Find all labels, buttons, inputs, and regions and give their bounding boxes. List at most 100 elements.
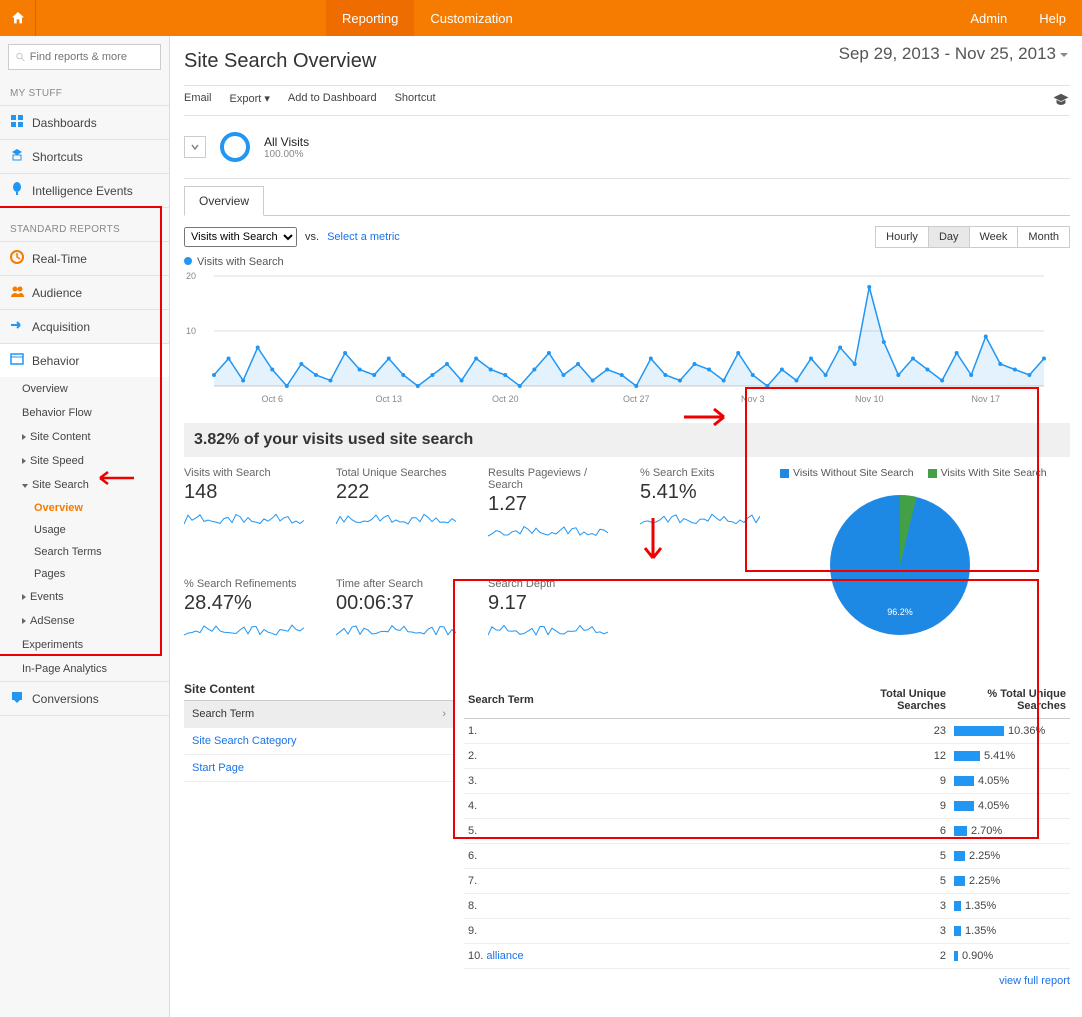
metric-selector[interactable]: Visits with Search [184,227,297,247]
table-row[interactable]: 4. 94.05% [464,794,1070,819]
tab-overview[interactable]: Overview [184,186,264,216]
toolbar-email[interactable]: Email [184,92,212,109]
nav-admin[interactable]: Admin [954,0,1023,36]
toolbar-export[interactable]: Export ▾ [230,92,270,109]
table-row[interactable]: 7. 52.25% [464,869,1070,894]
table-row[interactable]: 3. 94.05% [464,769,1070,794]
home-icon[interactable] [0,0,36,36]
sidebar-search[interactable] [8,44,161,70]
behavior-sub-site-content[interactable]: Site Content [0,425,169,449]
th-term[interactable]: Search Term [464,682,840,719]
granularity-buttons: HourlyDayWeekMonth [875,226,1070,248]
behavior-sub-adsense[interactable]: AdSense [0,609,169,633]
behavior-sub-site-speed[interactable]: Site Speed [0,449,169,473]
chevron-right-icon [22,458,26,464]
stat-time-after-search: Time after Search00:06:37 [336,578,464,659]
search-icon [15,51,26,63]
th-unique[interactable]: Total Unique Searches [840,682,950,719]
site-search-sub-search-terms[interactable]: Search Terms [0,541,169,563]
svg-text:Nov 10: Nov 10 [855,394,884,404]
sidebar-icon [10,148,24,165]
svg-text:Oct 27: Oct 27 [623,394,650,404]
gran-hourly[interactable]: Hourly [876,227,928,247]
behavior-sub-in-page-analytics[interactable]: In-Page Analytics [0,657,169,681]
site-search-sub-usage[interactable]: Usage [0,519,169,541]
table-row[interactable]: 1. 2310.36% [464,719,1070,744]
site-search-sub-overview[interactable]: Overview [0,497,169,519]
select-metric-link[interactable]: Select a metric [327,231,400,243]
pie-chart[interactable]: 96.2% [780,485,1020,655]
svg-text:20: 20 [186,271,196,281]
date-range-picker[interactable]: Sep 29, 2013 - Nov 25, 2013 [839,44,1068,64]
caret-down-icon [1060,53,1068,57]
stat-results-pageviews-search: Results Pageviews / Search1.27 [488,467,616,560]
stat-visits-with-search: Visits with Search148 [184,467,312,560]
chevron-right-icon [22,594,26,600]
segment-expand-button[interactable] [184,136,206,158]
gran-week[interactable]: Week [969,227,1018,247]
svg-text:Oct 6: Oct 6 [261,394,283,404]
sparkline [184,508,304,528]
sparkline [336,508,456,528]
sidebar-item-dashboards[interactable]: Dashboards [0,105,169,139]
stat-total-unique-searches: Total Unique Searches222 [336,467,464,560]
sparkline [488,520,608,540]
behavior-sub-events[interactable]: Events [0,585,169,609]
sidebar-heading-mystuff: MY STUFF [0,78,169,105]
behavior-sub-experiments[interactable]: Experiments [0,633,169,657]
sc-row-start-page[interactable]: Start Page [184,755,454,782]
table-row[interactable]: 6. 52.25% [464,844,1070,869]
svg-text:96.2%: 96.2% [887,607,913,617]
site-search-sub-pages[interactable]: Pages [0,563,169,585]
nav-customization[interactable]: Customization [414,0,528,36]
toolbar-add-dashboard[interactable]: Add to Dashboard [288,92,377,109]
search-term-table: Search Term Total Unique Searches % Tota… [464,682,1070,969]
toolbar-shortcut[interactable]: Shortcut [395,92,436,109]
th-pct[interactable]: % Total Unique Searches [950,682,1070,719]
education-icon[interactable] [1052,92,1070,109]
sidebar-item-audience[interactable]: Audience [0,275,169,309]
table-row[interactable]: 10. alliance20.90% [464,944,1070,969]
chart-legend: Visits with Search [184,256,1070,268]
table-row[interactable]: 5. 62.70% [464,819,1070,844]
summary-banner: 3.82% of your visits used site search [184,423,1070,457]
sidebar-item-acquisition[interactable]: Acquisition [0,309,169,343]
nav-help[interactable]: Help [1023,0,1082,36]
sidebar-item-conversions[interactable]: Conversions [0,681,169,716]
sidebar-item-real-time[interactable]: Real-Time [0,241,169,275]
sidebar-icon [10,250,24,267]
report-toolbar: Email Export ▾ Add to Dashboard Shortcut [184,85,1070,116]
svg-text:Nov 17: Nov 17 [971,394,1000,404]
sidebar-icon [10,352,24,369]
sidebar-item-intelligence-events[interactable]: Intelligence Events [0,173,169,208]
sparkline [640,508,760,528]
stat--search-refinements: % Search Refinements28.47% [184,578,312,659]
gran-month[interactable]: Month [1017,227,1069,247]
stat--search-exits: % Search Exits5.41% [640,467,768,560]
sc-row-category[interactable]: Site Search Category [184,728,454,755]
sparkline [488,619,608,639]
sc-row-search-term[interactable]: Search Term› [184,701,454,728]
vs-label: vs. [305,231,319,243]
chevron-down-icon [22,484,28,488]
behavior-sub-behavior-flow[interactable]: Behavior Flow [0,401,169,425]
svg-text:10: 10 [186,326,196,336]
sidebar-item-behavior[interactable]: Behavior [0,343,169,377]
line-chart[interactable]: 1020Oct 6Oct 13Oct 20Oct 27Nov 3Nov 10No… [184,268,1054,408]
nav-reporting[interactable]: Reporting [326,0,414,36]
behavior-sub-site-search[interactable]: Site Search [0,473,169,497]
table-row[interactable]: 9. 31.35% [464,919,1070,944]
table-row[interactable]: 2. 125.41% [464,744,1070,769]
table-row[interactable]: 8. 31.35% [464,894,1070,919]
sidebar-icon [10,318,24,335]
gran-day[interactable]: Day [928,227,969,247]
sidebar-item-shortcuts[interactable]: Shortcuts [0,139,169,173]
segment-all-visits[interactable]: All Visits 100.00% [264,135,309,160]
view-full-report-link[interactable]: view full report [999,975,1070,987]
sidebar-search-input[interactable] [30,51,154,63]
chevron-right-icon [22,618,26,624]
sidebar-icon [10,114,24,131]
pie-legend: Visits Without Site Search Visits With S… [780,467,1070,479]
behavior-sub-overview[interactable]: Overview [0,377,169,401]
sparkline [184,619,304,639]
